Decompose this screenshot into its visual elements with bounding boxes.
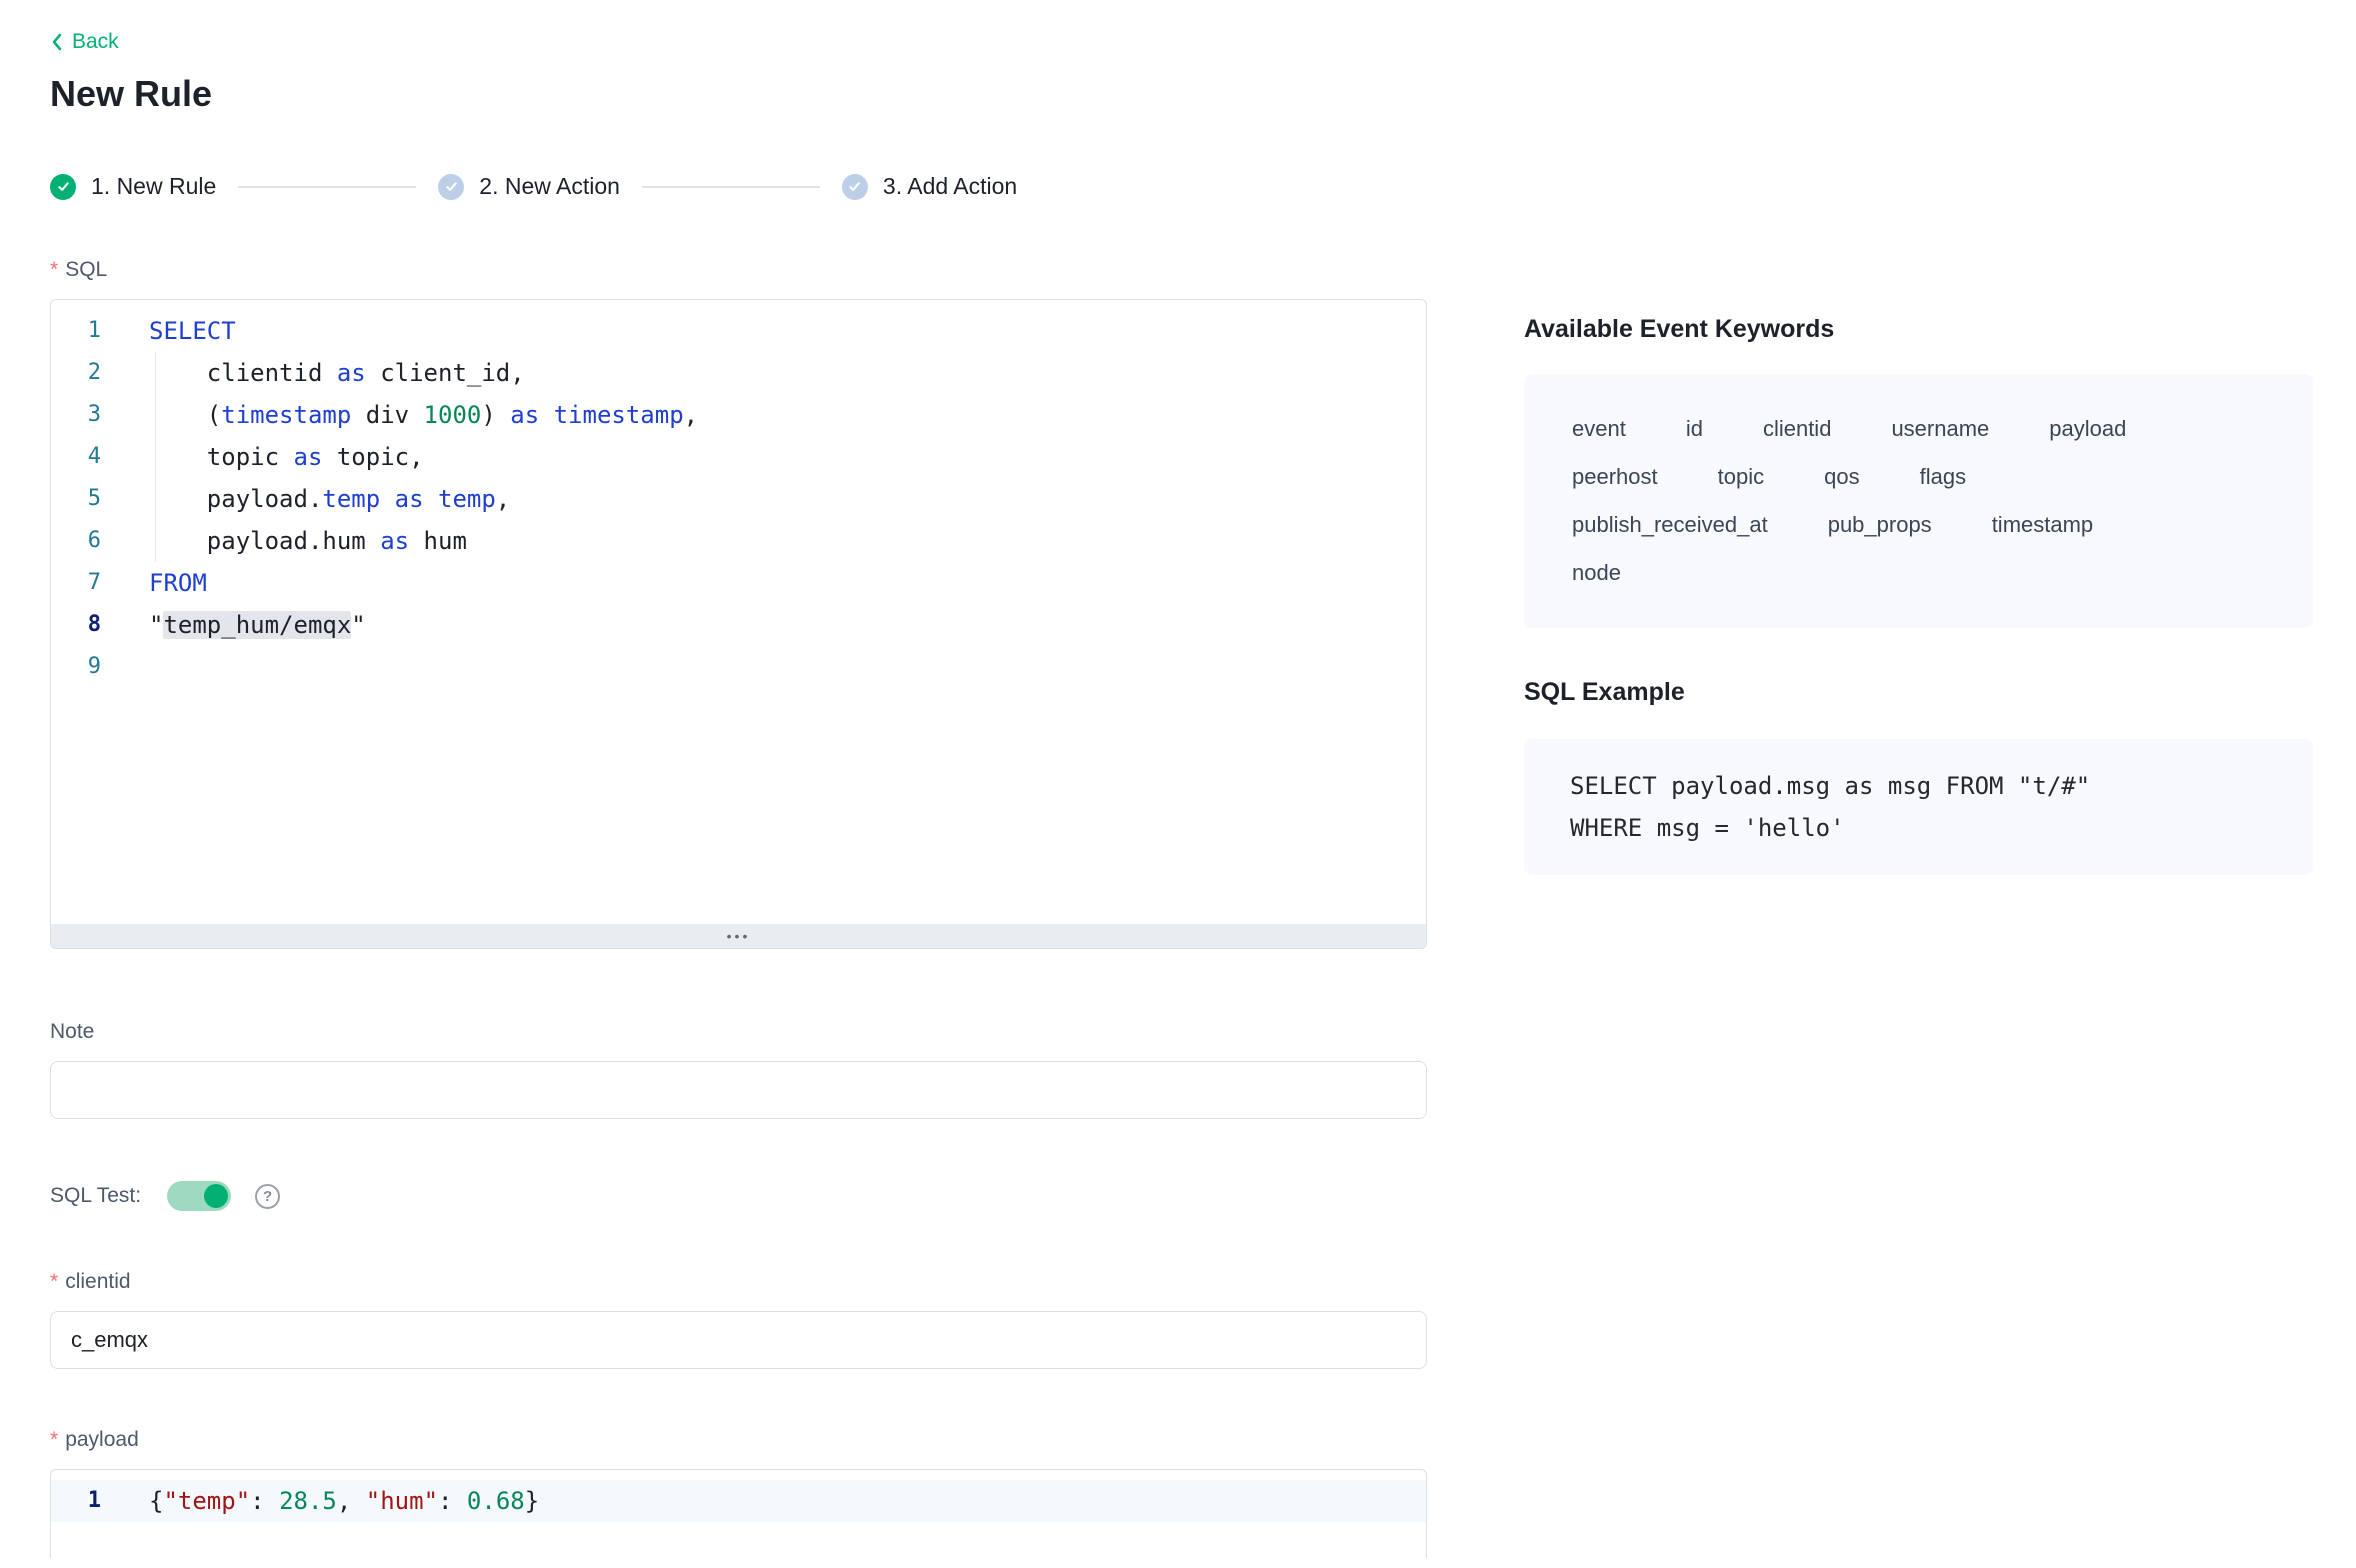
code-text: topic as topic, <box>101 436 424 478</box>
form-column: * SQL 1SELECT2 clientid as client_id,3 (… <box>50 257 1427 1558</box>
clientid-field-label: * clientid <box>50 1269 1427 1295</box>
code-text: payload.temp as temp, <box>101 478 510 520</box>
step-check-icon <box>438 174 464 200</box>
keyword: username <box>1891 412 1989 446</box>
new-rule-page: Back New Rule 1. New Rule 2. New Action 3.… <box>0 0 2356 1568</box>
payload-field-label: * payload <box>50 1427 1427 1453</box>
sql-editor-resize-handle[interactable]: ••• <box>51 924 1426 948</box>
step-label: 2. New Action <box>479 173 620 200</box>
back-link[interactable]: Back <box>50 30 119 54</box>
step-item: 2. New Action <box>438 173 620 200</box>
code-text: clientid as client_id, <box>101 352 525 394</box>
line-number: 6 <box>51 520 101 562</box>
sql-example-title: SQL Example <box>1524 678 2313 707</box>
sql-editor-body[interactable]: 1SELECT2 clientid as client_id,3 (timest… <box>51 300 1426 948</box>
sql-test-label: SQL Test: <box>50 1184 141 1208</box>
keyword: publish_received_at <box>1572 508 1768 542</box>
keywords-box: event id clientid username payload peerhost to… <box>1524 374 2313 628</box>
step-check-icon <box>50 174 76 200</box>
sql-example-line: SELECT payload.msg as msg FROM "t/#" <box>1570 765 2267 807</box>
note-input[interactable] <box>50 1061 1427 1119</box>
keyword: payload <box>2049 412 2126 446</box>
help-column: Available Event Keywords event id clientid… <box>1524 257 2313 1558</box>
content-columns: * SQL 1SELECT2 clientid as client_id,3 (… <box>50 257 2313 1558</box>
sql-test-toggle[interactable] <box>167 1181 231 1211</box>
clientid-input[interactable] <box>50 1311 1427 1369</box>
keyword: node <box>1572 556 1621 590</box>
code-line: 9 <box>51 646 1426 688</box>
code-text: FROM <box>101 562 207 604</box>
step-connector <box>642 186 820 188</box>
keyword: pub_props <box>1828 508 1932 542</box>
required-asterisk: * <box>50 1428 58 1452</box>
code-text: {"temp": 28.5, "hum": 0.68} <box>101 1480 539 1522</box>
sql-label-text: SQL <box>65 258 107 282</box>
help-icon[interactable]: ? <box>255 1184 280 1209</box>
keyword: timestamp <box>1992 508 2093 542</box>
keyword: flags <box>1920 460 1966 494</box>
sql-field-label: * SQL <box>50 257 1427 283</box>
code-line: 6 payload.hum as hum <box>51 520 1426 562</box>
line-number: 5 <box>51 478 101 520</box>
step-label: 1. New Rule <box>91 173 216 200</box>
code-line: 5 payload.temp as temp, <box>51 478 1426 520</box>
code-line: 4 topic as topic, <box>51 436 1426 478</box>
step-item: 3. Add Action <box>842 173 1017 200</box>
step-item: 1. New Rule <box>50 173 216 200</box>
code-line: 3 (timestamp div 1000) as timestamp, <box>51 394 1426 436</box>
step-indicator: 1. New Rule 2. New Action 3. Add Action <box>50 173 2313 200</box>
note-field-label: Note <box>50 1019 1427 1045</box>
keyword: id <box>1686 412 1703 446</box>
sql-editor[interactable]: 1SELECT2 clientid as client_id,3 (timest… <box>50 299 1427 949</box>
code-text: (timestamp div 1000) as timestamp, <box>101 394 698 436</box>
required-asterisk: * <box>50 258 58 282</box>
keyword: event <box>1572 412 1626 446</box>
sql-example-line: WHERE msg = 'hello' <box>1570 807 2267 849</box>
keyword-row: node <box>1572 556 2265 590</box>
keywords-title: Available Event Keywords <box>1524 315 2313 344</box>
line-number: 9 <box>51 646 101 688</box>
payload-editor-body[interactable]: 1{"temp": 28.5, "hum": 0.68} <box>51 1470 1426 1558</box>
clientid-label-text: clientid <box>65 1270 130 1294</box>
chevron-left-icon <box>50 32 63 52</box>
sql-test-row: SQL Test: ? <box>50 1181 1427 1211</box>
back-label: Back <box>72 30 119 54</box>
line-number: 2 <box>51 352 101 394</box>
code-text <box>101 646 149 688</box>
code-line: 1{"temp": 28.5, "hum": 0.68} <box>51 1480 1426 1522</box>
keyword-row: publish_received_at pub_props timestamp <box>1572 508 2265 542</box>
payload-label-text: payload <box>65 1428 139 1452</box>
toggle-knob-icon <box>204 1184 228 1208</box>
keyword: topic <box>1718 460 1764 494</box>
sql-example-box: SELECT payload.msg as msg FROM "t/#"WHER… <box>1524 739 2313 875</box>
indent-guide <box>155 352 156 562</box>
step-check-icon <box>842 174 868 200</box>
code-line: 2 clientid as client_id, <box>51 352 1426 394</box>
keyword: qos <box>1824 460 1859 494</box>
code-line: 7FROM <box>51 562 1426 604</box>
help-question-mark: ? <box>263 1188 272 1205</box>
line-number: 7 <box>51 562 101 604</box>
line-number: 1 <box>51 1480 101 1522</box>
code-line: 1SELECT <box>51 310 1426 352</box>
keyword: clientid <box>1763 412 1831 446</box>
code-text: SELECT <box>101 310 236 352</box>
note-label-text: Note <box>50 1020 94 1044</box>
resize-dots-icon: ••• <box>727 929 751 943</box>
keyword-row: peerhost topic qos flags <box>1572 460 2265 494</box>
line-number: 4 <box>51 436 101 478</box>
keyword-row: event id clientid username payload <box>1572 412 2265 446</box>
line-number: 3 <box>51 394 101 436</box>
code-text: "temp_hum/emqx" <box>101 604 366 646</box>
line-number: 1 <box>51 310 101 352</box>
page-title: New Rule <box>50 73 2313 115</box>
step-label: 3. Add Action <box>883 173 1017 200</box>
code-line: 8"temp_hum/emqx" <box>51 604 1426 646</box>
required-asterisk: * <box>50 1270 58 1294</box>
step-connector <box>238 186 416 188</box>
keyword: peerhost <box>1572 460 1658 494</box>
payload-editor[interactable]: 1{"temp": 28.5, "hum": 0.68} <box>50 1469 1427 1558</box>
line-number: 8 <box>51 604 101 646</box>
